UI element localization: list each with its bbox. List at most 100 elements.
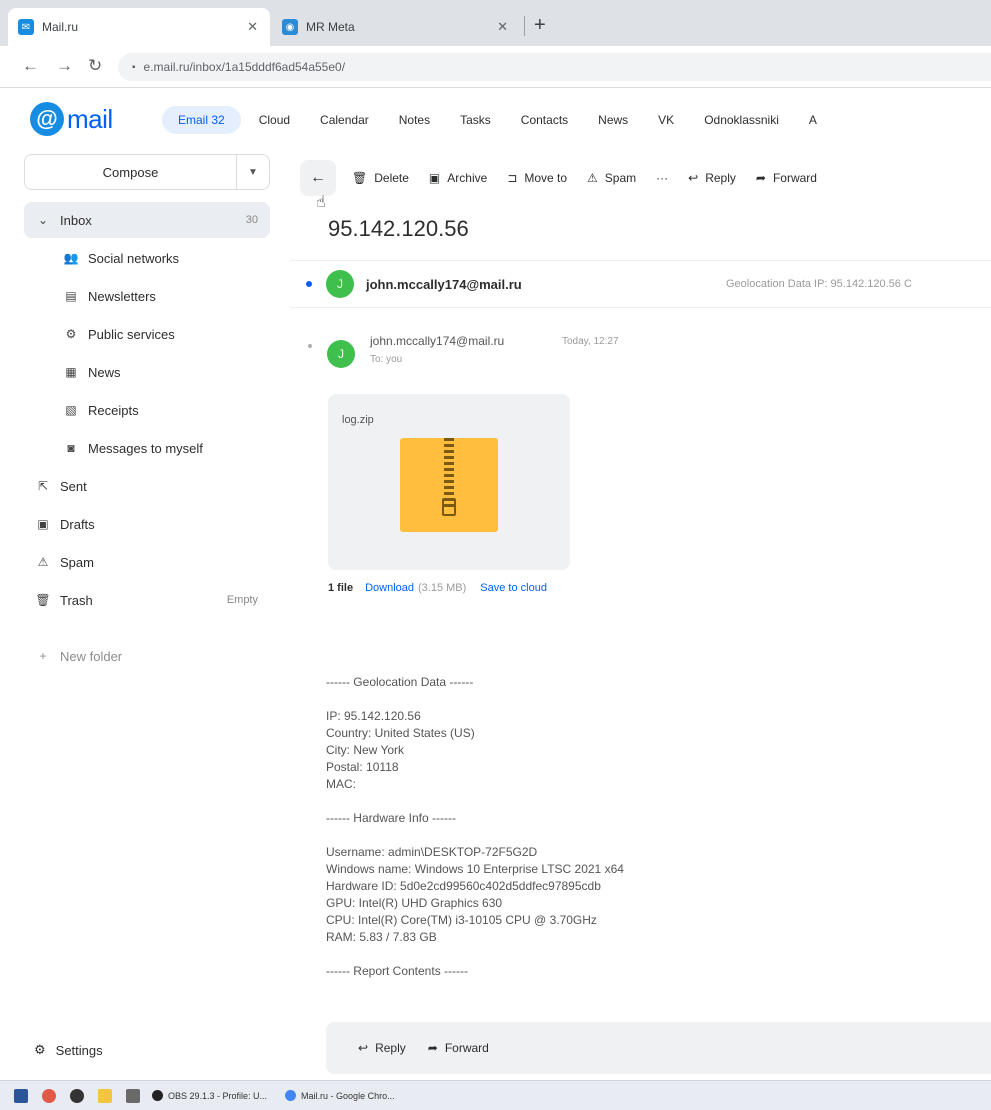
message-subject: 95.142.120.56 <box>328 216 469 241</box>
reload-icon[interactable]: ↻ <box>88 56 102 76</box>
settings-button[interactable]: ⚙ Settings <box>34 1042 103 1058</box>
trash-icon: 🗑 <box>352 171 368 185</box>
taskbar-window-label: Mail.ru - Google Chro... <box>301 1090 395 1101</box>
chevron-down-icon[interactable]: ▼ <box>237 155 269 189</box>
os-taskbar: OBS 29.1.3 - Profile: U... Mail.ru - Goo… <box>0 1080 991 1110</box>
nav-odnoklassniki[interactable]: Odnoklassniki <box>704 113 779 127</box>
close-tab-icon[interactable]: ✕ <box>497 19 508 35</box>
nav-news[interactable]: News <box>598 113 628 127</box>
inbox-count: 30 <box>245 214 258 226</box>
app-icon[interactable] <box>42 1088 56 1103</box>
sidebar-item-public-services[interactable]: ⚙ Public services <box>52 316 270 352</box>
sender-address[interactable]: john.mccally174@mail.ru <box>370 334 504 348</box>
sidebar-item-receipts[interactable]: ▧ Receipts <box>52 392 270 428</box>
avatar: J <box>326 270 354 298</box>
new-tab-icon[interactable]: + <box>534 14 546 37</box>
site-info-icon[interactable]: ▪ <box>132 62 136 73</box>
avatar: J <box>327 340 355 368</box>
unread-dot[interactable] <box>306 281 312 287</box>
move-to-button[interactable]: ⊐ Move to <box>507 171 567 185</box>
newsletter-icon: ▤ <box>65 289 77 303</box>
sent-icon: ⇱ <box>37 479 49 493</box>
spam-button[interactable]: ⚠ Spam <box>587 171 636 185</box>
file-explorer-icon[interactable] <box>98 1088 112 1103</box>
url-field[interactable]: ▪ e.mail.ru/inbox/1a15dddf6ad54a55e0/ <box>118 53 991 81</box>
sidebar-item-label: Drafts <box>60 516 95 532</box>
more-label: ··· <box>656 171 669 185</box>
file-count: 1 file <box>328 582 354 594</box>
save-to-cloud-link[interactable]: Save to cloud <box>480 582 547 594</box>
people-icon: 👥 <box>63 251 79 265</box>
nav-cloud[interactable]: Cloud <box>259 113 290 127</box>
delete-button[interactable]: 🗑 Delete <box>352 171 409 185</box>
sidebar-item-label: Social networks <box>88 250 180 266</box>
reply-button[interactable]: ↩ Reply <box>688 171 736 185</box>
recipient: To: you <box>370 354 403 365</box>
forward-label: Forward <box>444 1041 489 1055</box>
mail-logo[interactable]: @ mail <box>30 102 113 136</box>
tab-mr-meta[interactable]: ◉ MR Meta ✕ <box>272 8 520 46</box>
nav-vk[interactable]: VK <box>658 113 674 127</box>
forward-arrow-icon[interactable]: → <box>56 56 73 76</box>
new-folder-button[interactable]: + New folder <box>24 638 270 674</box>
windows-start-icon[interactable] <box>14 1088 28 1103</box>
spam-icon: ⚠ <box>587 171 598 185</box>
thread-preview: Geolocation Data IP: 95.142.120.56 C <box>726 278 912 290</box>
browser-tab-bar: ✉ Mail.ru ✕ ◉ MR Meta ✕ + <box>0 0 991 46</box>
reply-bottom-button[interactable]: ↩ Reply <box>358 1041 406 1055</box>
chevron-down-icon[interactable]: ⌄ <box>34 213 52 227</box>
sidebar-item-drafts[interactable]: ▣ Drafts <box>24 506 270 542</box>
trash-icon: 🗑 <box>35 593 51 607</box>
reply-label: Reply <box>705 171 736 185</box>
sidebar-item-social-networks[interactable]: 👥 Social networks <box>52 240 270 276</box>
download-link[interactable]: Download <box>365 582 414 594</box>
tool-icon[interactable] <box>126 1088 140 1103</box>
nav-calendar[interactable]: Calendar <box>320 113 369 127</box>
nav-email[interactable]: Email 32 <box>162 106 241 134</box>
taskbar-window-obs[interactable]: OBS 29.1.3 - Profile: U... <box>152 1090 267 1101</box>
nav-tasks[interactable]: Tasks <box>460 113 491 127</box>
sidebar-item-newsletters[interactable]: ▤ Newsletters <box>52 278 270 314</box>
taskbar-window-chrome[interactable]: Mail.ru - Google Chro... <box>285 1090 395 1101</box>
attachment-card[interactable]: log.zip <box>328 394 570 570</box>
sidebar: Compose ▼ ⌄ Inbox 30 👥 Social networks ▤… <box>0 150 290 1080</box>
sidebar-item-spam[interactable]: ⚠ Spam <box>24 544 270 580</box>
thread-row[interactable]: J john.mccally174@mail.ru Geolocation Da… <box>290 260 991 308</box>
forward-icon: ➦ <box>427 1041 438 1055</box>
sidebar-item-news[interactable]: ▦ News <box>52 354 270 390</box>
obs-icon[interactable] <box>70 1088 84 1103</box>
empty-trash-button[interactable]: Empty <box>227 594 258 606</box>
sidebar-item-label: Inbox <box>60 212 92 228</box>
back-button[interactable]: ← <box>300 160 336 196</box>
delete-label: Delete <box>374 171 409 185</box>
compose-control: Compose ▼ <box>24 154 270 190</box>
file-size: (3.15 MB) <box>418 582 467 594</box>
sidebar-item-sent[interactable]: ⇱ Sent <box>24 468 270 504</box>
tab-title: Mail.ru <box>42 20 79 34</box>
back-arrow-icon[interactable]: ← <box>22 56 39 76</box>
forward-button[interactable]: ➦ Forward <box>756 171 817 185</box>
forward-bottom-button[interactable]: ➦ Forward <box>428 1041 489 1055</box>
compose-button[interactable]: Compose <box>25 155 237 189</box>
message-time: Today, 12:27 <box>562 336 619 347</box>
more-button[interactable]: ··· <box>656 171 668 185</box>
close-tab-icon[interactable]: ✕ <box>247 19 258 35</box>
mail-header: @ mail Email 32 Cloud Calendar Notes Tas… <box>0 88 991 150</box>
sidebar-item-trash[interactable]: 🗑 Trash Empty <box>24 582 270 618</box>
nav-notes[interactable]: Notes <box>399 113 430 127</box>
nav-more[interactable]: A <box>809 113 817 127</box>
public-services-icon: ⚙ <box>65 327 77 341</box>
taskbar-window-label: OBS 29.1.3 - Profile: U... <box>168 1090 268 1101</box>
archive-label: Archive <box>447 171 488 185</box>
sidebar-item-inbox[interactable]: ⌄ Inbox 30 <box>24 202 270 238</box>
drafts-icon: ▣ <box>37 517 49 531</box>
archive-button[interactable]: ▣ Archive <box>429 171 487 185</box>
nav-contacts[interactable]: Contacts <box>521 113 568 127</box>
tab-mail-ru[interactable]: ✉ Mail.ru ✕ <box>8 8 270 46</box>
new-folder-label: New folder <box>60 648 123 664</box>
read-dot[interactable] <box>308 344 312 348</box>
sidebar-item-messages-to-myself[interactable]: ◙ Messages to myself <box>52 430 270 466</box>
spam-label: Spam <box>604 171 637 185</box>
reply-label: Reply <box>375 1041 406 1055</box>
reply-bar: ↩ Reply ➦ Forward <box>326 1022 991 1074</box>
